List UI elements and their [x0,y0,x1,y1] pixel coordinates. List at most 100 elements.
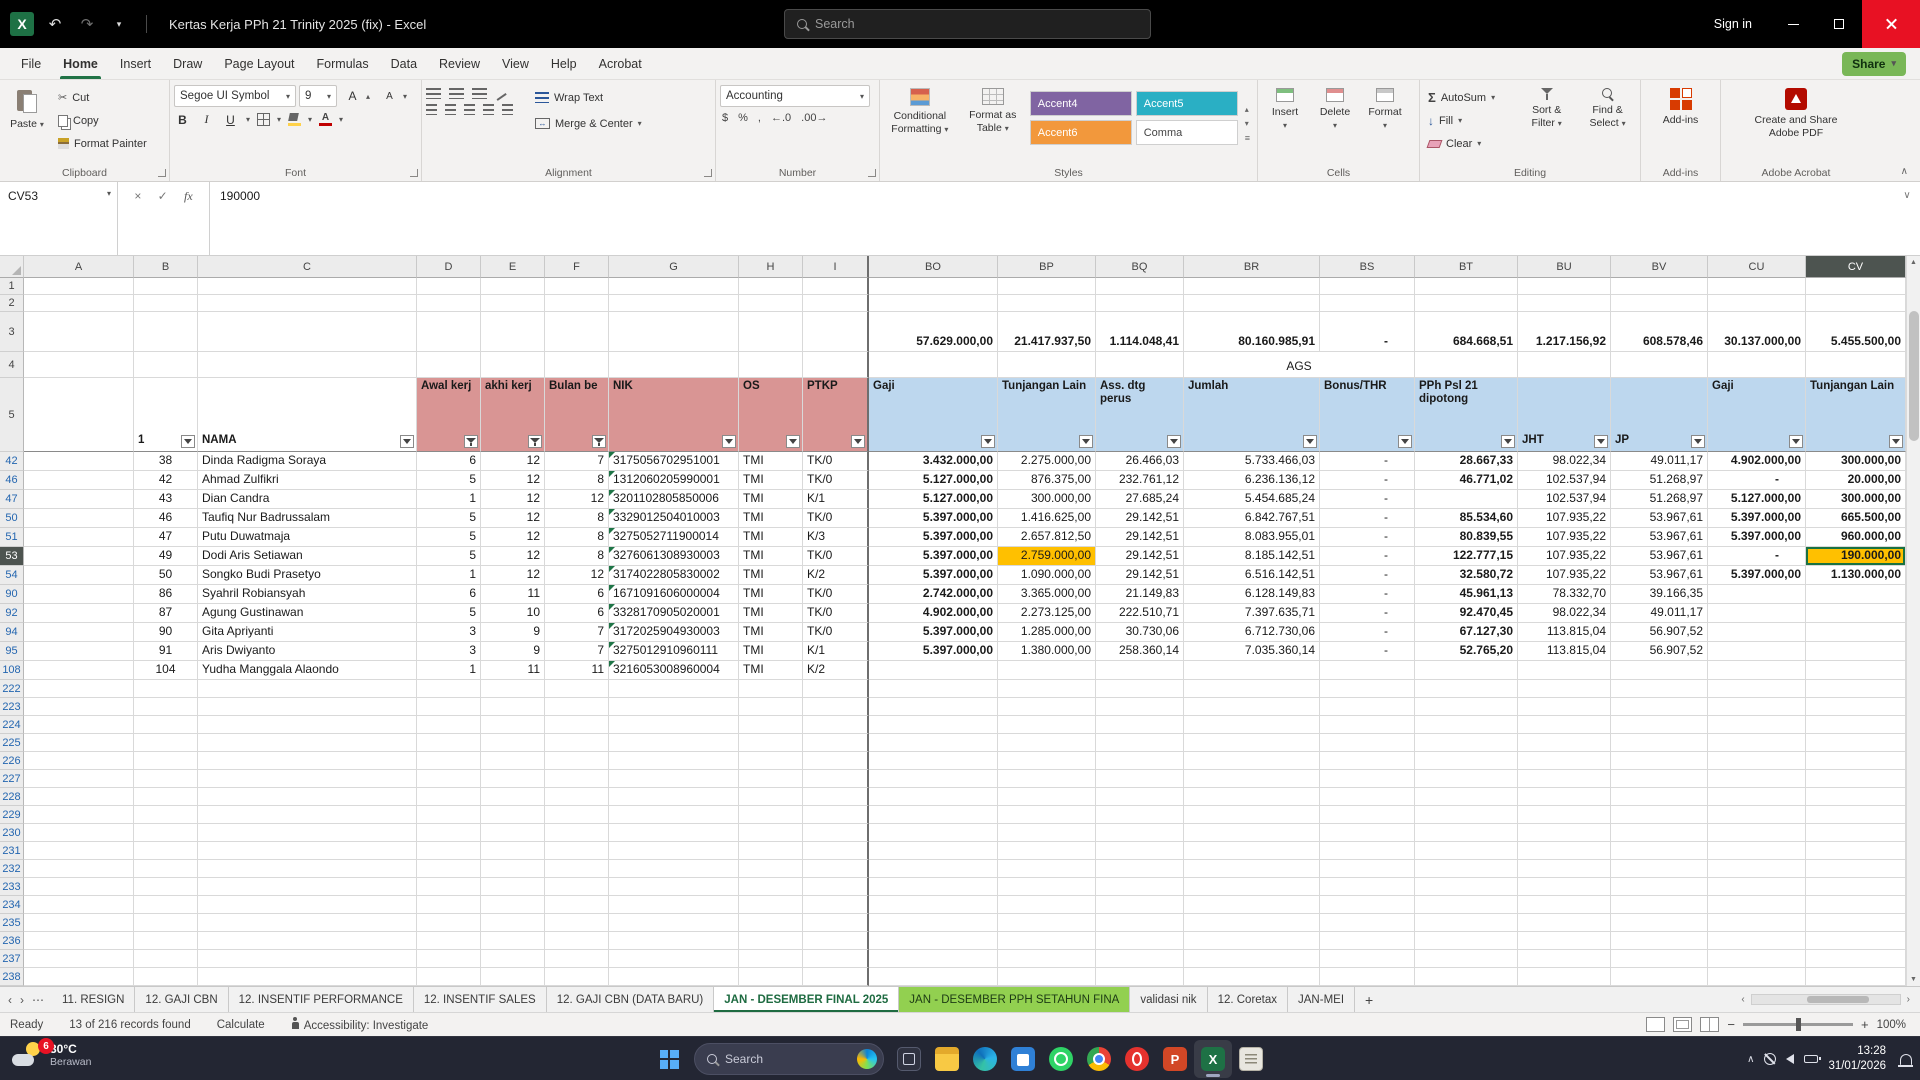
cell-CV108[interactable] [1806,661,1906,680]
cell-I238[interactable] [803,968,869,986]
cell-F90[interactable]: 6 [545,585,609,604]
cell-H108[interactable]: TMI [739,661,803,680]
cell-F42[interactable]: 7 [545,452,609,471]
cell-B42[interactable]: 38 [134,452,198,471]
cell-BV54[interactable]: 53.967,61 [1611,566,1708,585]
row-header-50[interactable]: 50 [0,509,24,528]
cell-BP230[interactable] [998,824,1096,842]
cell-A95[interactable] [24,642,134,661]
col-header-BU[interactable]: BU [1518,256,1611,278]
cell-BV4[interactable] [1611,352,1708,378]
cell-BV234[interactable] [1611,896,1708,914]
cell-A4[interactable] [24,352,134,378]
cell-CU95[interactable] [1708,642,1806,661]
filter-button-BP[interactable] [1079,435,1093,448]
cell-D235[interactable] [417,914,481,932]
cell-CU230[interactable] [1708,824,1806,842]
cell-E5[interactable]: akhi kerj [481,378,545,452]
cell-I1[interactable] [803,278,869,295]
cell-B51[interactable]: 47 [134,528,198,547]
cell-D2[interactable] [417,295,481,312]
cell-B224[interactable] [134,716,198,734]
cell-I53[interactable]: TK/0 [803,547,869,566]
cell-BR90[interactable]: 6.128.149,83 [1184,585,1320,604]
cell-BV47[interactable]: 51.268,97 [1611,490,1708,509]
cell-E231[interactable] [481,842,545,860]
cell-E232[interactable] [481,860,545,878]
cell-BR42[interactable]: 5.733.466,03 [1184,452,1320,471]
cell-BO94[interactable]: 5.397.000,00 [869,623,998,642]
cell-B235[interactable] [134,914,198,932]
cell-B234[interactable] [134,896,198,914]
filter-button-BQ[interactable] [1167,435,1181,448]
row-header-47[interactable]: 47 [0,490,24,509]
align-right-button[interactable] [464,104,475,115]
cell-D234[interactable] [417,896,481,914]
filter-button-BU[interactable] [1594,435,1608,448]
cell-G4[interactable] [609,352,739,378]
cell-BP227[interactable] [998,770,1096,788]
app-icon-whatsapp[interactable] [1042,1040,1080,1078]
cell-BO222[interactable] [869,680,998,698]
cell-D231[interactable] [417,842,481,860]
cell-F223[interactable] [545,698,609,716]
col-header-CU[interactable]: CU [1708,256,1806,278]
cell-BO226[interactable] [869,752,998,770]
cell-BT235[interactable] [1415,914,1518,932]
increase-decimal-button[interactable]: ←.0 [771,112,791,124]
cell-CU94[interactable] [1708,623,1806,642]
cell-BQ233[interactable] [1096,878,1184,896]
cell-A1[interactable] [24,278,134,295]
cell-BQ5[interactable]: Ass. dtg perus [1096,378,1184,452]
cell-E46[interactable]: 12 [481,471,545,490]
accounting-format-button[interactable]: $ [722,112,728,124]
menu-tab-page-layout[interactable]: Page Layout [213,48,305,79]
cell-C54[interactable]: Songko Budi Prasetyo [198,566,417,585]
cell-G54[interactable]: 3174022805830002 [609,566,739,585]
cell-F231[interactable] [545,842,609,860]
cell-BT231[interactable] [1415,842,1518,860]
status-calculate[interactable]: Calculate [217,1019,265,1031]
cell-G225[interactable] [609,734,739,752]
title-search-box[interactable] [784,9,1151,39]
cell-E42[interactable]: 12 [481,452,545,471]
cell-G53[interactable]: 3276061308930003 [609,547,739,566]
cell-B232[interactable] [134,860,198,878]
cell-CV46[interactable]: 20.000,00 [1806,471,1906,490]
cell-H236[interactable] [739,932,803,950]
cell-BV51[interactable]: 53.967,61 [1611,528,1708,547]
sheet-tab-12-insentif-sales[interactable]: 12. INSENTIF SALES [413,987,547,1012]
start-button[interactable] [650,1040,688,1078]
cell-A225[interactable] [24,734,134,752]
sheet-tab-jan-desember-pph-setahun-fina[interactable]: JAN - DESEMBER PPH SETAHUN FINA [899,987,1131,1012]
cell-BU92[interactable]: 98.022,34 [1518,604,1611,623]
cell-C226[interactable] [198,752,417,770]
cell-I226[interactable] [803,752,869,770]
align-top-button[interactable] [426,87,441,99]
alignment-dialog-launcher[interactable] [704,169,712,177]
cell-BP94[interactable]: 1.285.000,00 [998,623,1096,642]
app-icon-chrome[interactable] [1080,1040,1118,1078]
cell-BV90[interactable]: 39.166,35 [1611,585,1708,604]
cell-BP50[interactable]: 1.416.625,00 [998,509,1096,528]
cell-BT229[interactable] [1415,806,1518,824]
cell-D227[interactable] [417,770,481,788]
new-sheet-button[interactable]: + [1355,987,1383,1012]
cell-B237[interactable] [134,950,198,968]
col-header-D[interactable]: D [417,256,481,278]
cell-BT51[interactable]: 80.839,55 [1415,528,1518,547]
cell-BR228[interactable] [1184,788,1320,806]
cell-BU227[interactable] [1518,770,1611,788]
cell-BR95[interactable]: 7.035.360,14 [1184,642,1320,661]
cell-BP231[interactable] [998,842,1096,860]
cell-H226[interactable] [739,752,803,770]
cell-BR1[interactable] [1184,278,1320,295]
cell-BQ236[interactable] [1096,932,1184,950]
cell-BO95[interactable]: 5.397.000,00 [869,642,998,661]
filter-button-I[interactable] [851,435,865,448]
cell-BP223[interactable] [998,698,1096,716]
cell-BS225[interactable] [1320,734,1415,752]
cell-CU226[interactable] [1708,752,1806,770]
fill-color-button[interactable] [288,113,302,126]
hscroll-right-arrow[interactable]: › [1907,994,1910,1005]
